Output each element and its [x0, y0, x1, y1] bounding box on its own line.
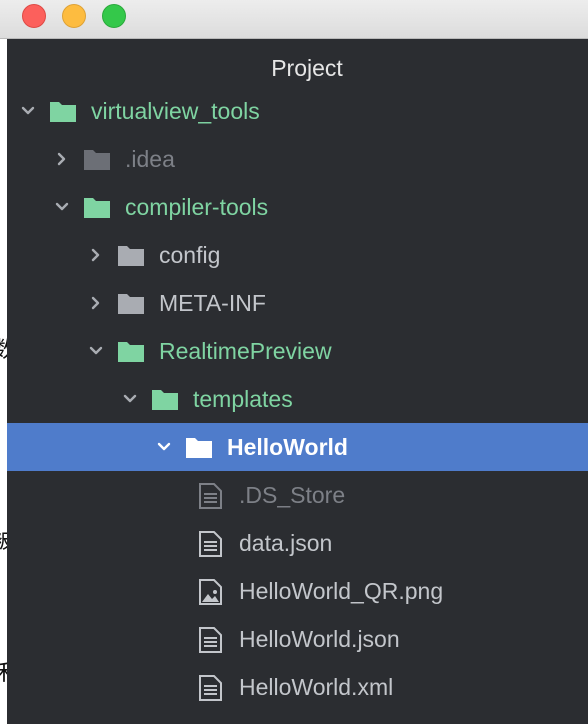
tree-row-helloworld[interactable]: HelloWorld [7, 423, 588, 471]
tree-row-realtimepreview[interactable]: RealtimePreview [7, 327, 588, 375]
panel-title: Project [271, 55, 343, 81]
file-icon [197, 675, 225, 701]
image-file-icon [197, 579, 225, 605]
tree-row-helloworld-xml[interactable]: HelloWorld.xml [7, 663, 588, 711]
chevron-down-icon[interactable] [155, 438, 173, 456]
tree-item-label: HelloWorld [227, 434, 348, 460]
window-maximize-button[interactable] [102, 4, 126, 28]
folder-icon [185, 435, 213, 459]
background-window-edge: 数 被 禾 [0, 39, 7, 724]
folder-icon [117, 243, 145, 267]
chevron-down-icon[interactable] [87, 342, 105, 360]
tree-item-label: compiler-tools [125, 194, 269, 220]
tree-row-templates[interactable]: templates [7, 375, 588, 423]
tree-row-helloworld-qr-png[interactable]: HelloWorld_QR.png [7, 567, 588, 615]
tree-item-label: META-INF [159, 290, 266, 316]
file-icon [197, 531, 225, 557]
tree-item-label: HelloWorld_QR.png [239, 578, 444, 604]
window-titlebar [0, 0, 588, 39]
tree-item-label: .DS_Store [239, 482, 346, 508]
tree-row-virtualview-tools[interactable]: virtualview_tools [7, 87, 588, 135]
chevron-right-icon[interactable] [87, 294, 105, 312]
chevron-down-icon[interactable] [19, 102, 37, 120]
window-close-button[interactable] [22, 4, 46, 28]
tree-row-meta-inf[interactable]: META-INF [7, 279, 588, 327]
window-minimize-button[interactable] [62, 4, 86, 28]
tree-item-label: HelloWorld.json [239, 626, 400, 652]
chevron-right-icon[interactable] [53, 150, 71, 168]
tree-row-helloworld-json[interactable]: HelloWorld.json [7, 615, 588, 663]
file-icon [197, 627, 225, 653]
tree-item-label: .idea [125, 146, 175, 172]
folder-icon [117, 291, 145, 315]
folder-icon [117, 339, 145, 363]
chevron-down-icon[interactable] [121, 390, 139, 408]
tree-row-data-json[interactable]: data.json [7, 519, 588, 567]
chevron-right-icon[interactable] [87, 246, 105, 264]
tree-item-label: config [159, 242, 221, 268]
folder-icon [49, 99, 77, 123]
background-glyph: 数 [0, 340, 7, 362]
tree-item-label: templates [193, 386, 293, 412]
tree-row-ds-store[interactable]: .DS_Store [7, 471, 588, 519]
tree-item-label: virtualview_tools [91, 98, 260, 124]
tree-item-label: RealtimePreview [159, 338, 332, 364]
project-panel: Project virtualview_tools .idea compiler-t… [7, 39, 588, 724]
tree-row-idea[interactable]: .idea [7, 135, 588, 183]
tree-row-compiler-tools[interactable]: compiler-tools [7, 183, 588, 231]
folder-icon [151, 387, 179, 411]
tree-item-label: HelloWorld.xml [239, 674, 394, 700]
background-glyph: 禾 [0, 663, 7, 685]
file-icon [197, 483, 225, 509]
folder-icon [83, 147, 111, 171]
tree-row-config[interactable]: config [7, 231, 588, 279]
background-glyph: 被 [0, 531, 7, 553]
folder-icon [83, 195, 111, 219]
chevron-down-icon[interactable] [53, 198, 71, 216]
tree-item-label: data.json [239, 530, 333, 556]
